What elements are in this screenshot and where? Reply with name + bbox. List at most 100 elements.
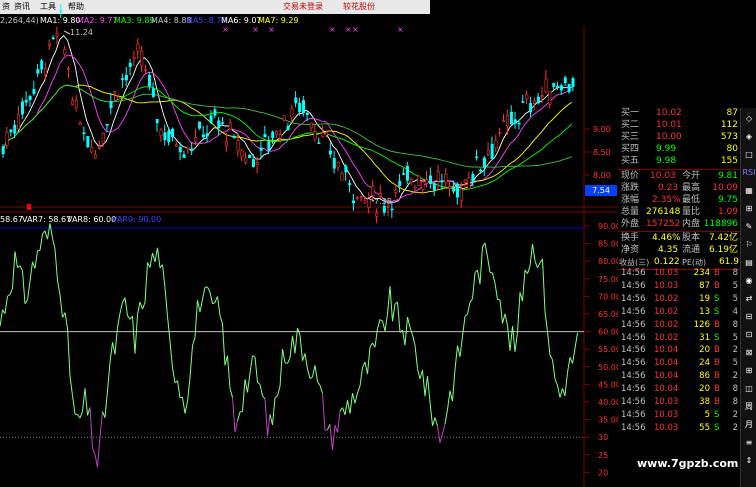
tick-time: 14:56 — [621, 345, 646, 356]
toolbar-button[interactable]: ⊞ — [742, 364, 756, 378]
tick-row: 14:56 10.03 55 S 2 — [618, 423, 740, 435]
candle-body — [298, 103, 302, 113]
tick-row: 14:56 10.03 38 B 8 — [618, 397, 740, 409]
stat-value: 276148 — [646, 207, 681, 217]
candle-body — [140, 50, 144, 66]
candle-body — [517, 122, 521, 125]
toolbar-button[interactable]: ▤ — [742, 256, 756, 270]
indicator-segment — [254, 356, 258, 383]
indicator-segment — [382, 320, 386, 332]
indicator-segment — [67, 327, 71, 376]
bid-label: 买四 — [621, 144, 640, 154]
indicator-segment — [99, 411, 103, 438]
indicator-segment — [342, 407, 346, 415]
tick-row: 14:56 10.02 31 S 5 — [618, 333, 740, 345]
indicator-segment — [104, 390, 108, 418]
indicator-segment — [239, 410, 243, 413]
indicator-segment — [417, 368, 421, 380]
indicator-segment — [267, 414, 271, 437]
bid-price: 10.00 — [656, 132, 682, 142]
toolbar-button[interactable]: ⇕ — [742, 454, 756, 468]
indicator-segment — [364, 361, 368, 375]
candle-body — [375, 212, 379, 217]
tick-volume: 87 — [699, 280, 710, 291]
toolbar-button[interactable]: ⊡ — [742, 328, 756, 342]
stat-row: 净资 4.35 流通 6.19亿 — [618, 245, 740, 256]
candle-body — [409, 179, 413, 184]
indicator-segment — [242, 379, 246, 412]
tick-count: 5 — [732, 293, 738, 304]
volume-marker — [27, 204, 31, 210]
toolbar-button[interactable]: ▦ — [742, 184, 756, 198]
tick-price: 10.02 — [654, 332, 679, 343]
toolbar-button[interactable]: 月 — [742, 418, 756, 432]
tick-time: 14:56 — [621, 384, 646, 395]
indicator-segment — [112, 342, 116, 355]
candle-body — [101, 133, 105, 144]
candle-body — [71, 100, 75, 105]
bid-row: 买五 9.98 155 — [618, 156, 740, 167]
indicator-segment — [269, 414, 273, 426]
toolbar-button[interactable]: ◉ — [742, 274, 756, 288]
candle-body — [240, 149, 244, 157]
stat-row: 涨幅 2.35% 最低 9.75 — [618, 195, 740, 206]
indicator-segment — [559, 388, 563, 398]
indicator-segment — [212, 301, 216, 305]
tick-count: 8 — [732, 397, 738, 407]
candle-body — [105, 123, 109, 126]
candle-body — [486, 150, 490, 155]
candle-body — [201, 134, 205, 138]
stat-value: 118896 — [703, 219, 738, 229]
svg-text:×: × — [268, 25, 275, 34]
indicator-segment — [117, 313, 121, 328]
toolbar-button[interactable]: ⊞ — [742, 202, 756, 216]
candle-body — [132, 57, 136, 60]
candle-body — [552, 83, 556, 87]
candle-body — [325, 132, 329, 136]
toolbar-button[interactable]: ⊟ — [742, 310, 756, 324]
toolbar-button[interactable]: ⊠ — [742, 346, 756, 360]
toolbar-button[interactable]: RSI — [742, 166, 756, 180]
indicator-segment — [452, 369, 456, 402]
indicator-segment — [264, 398, 268, 437]
tick-price: 10.03 — [654, 397, 679, 407]
toolbar-button[interactable]: ≡ — [742, 436, 756, 450]
indicator-segment — [402, 330, 406, 346]
candle-body — [344, 165, 348, 173]
candle-body — [309, 122, 313, 129]
bid-volume: 112 — [720, 120, 738, 130]
candle-body — [417, 175, 421, 186]
toolbar-button[interactable]: ⚐ — [742, 238, 756, 252]
var8-value: VAR8: 60.00 — [67, 215, 117, 224]
toolbar-button[interactable]: ⇄ — [742, 292, 756, 306]
tick-count: 5 — [732, 332, 738, 343]
toolbar-button[interactable]: ◇ — [742, 112, 756, 126]
indicator-segment — [572, 348, 576, 364]
indicator-segment — [82, 388, 86, 412]
indicator-segment — [429, 401, 433, 426]
tick-row: 14:56 10.03 234 B 8 — [618, 268, 740, 280]
toolbar-button[interactable]: 周 — [742, 400, 756, 414]
indicator-segment — [444, 409, 448, 425]
candle-body — [213, 109, 217, 116]
toolbar-button[interactable]: ◈ — [742, 130, 756, 144]
candle-body — [225, 141, 229, 146]
stat-value: 9.81 — [717, 171, 738, 181]
bid-label: 买五 — [621, 156, 640, 166]
indicator-segment — [7, 294, 11, 297]
indicator-segment — [302, 353, 306, 361]
candle-body — [336, 162, 340, 168]
candle-body — [271, 131, 275, 138]
indicator-segment — [514, 332, 518, 352]
candle-body — [259, 147, 263, 151]
candle-body — [136, 43, 140, 52]
bid-volume: 80 — [726, 144, 738, 154]
candle-body — [78, 122, 82, 126]
candle-body — [413, 186, 417, 189]
candle-body — [151, 88, 155, 97]
indicator-segment — [209, 291, 213, 304]
toolbar-button[interactable]: ✎ — [742, 220, 756, 234]
indicator-segment — [292, 335, 296, 354]
toolbar-button[interactable]: □ — [742, 148, 756, 162]
toolbar-button[interactable]: ◫ — [742, 382, 756, 396]
